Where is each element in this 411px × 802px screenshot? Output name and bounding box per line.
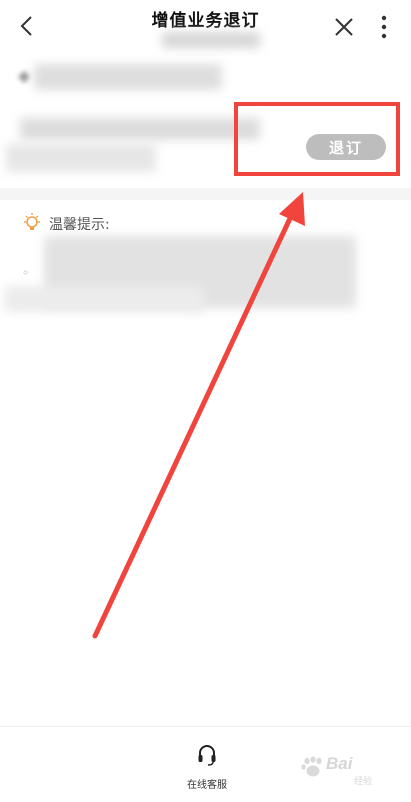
redacted-tips-text-2	[4, 286, 204, 312]
redacted-phone-number	[162, 32, 260, 48]
tips-label: 温馨提示:	[49, 217, 110, 233]
close-icon[interactable]	[333, 16, 355, 38]
section-divider	[0, 188, 411, 200]
lightbulb-icon	[24, 213, 40, 230]
tips-section	[0, 200, 411, 720]
top-bar: 增值业务退订	[0, 0, 411, 56]
watermark-brand: Bai	[326, 754, 353, 773]
online-service-label: 在线客服	[187, 780, 227, 791]
baidu-watermark: Bai 经验	[300, 752, 408, 796]
redacted-glyph: ◆	[18, 66, 31, 85]
headset-icon	[198, 745, 216, 766]
redacted-service-name	[20, 118, 260, 140]
tips-bullet: ◦	[22, 266, 30, 280]
paw-icon	[301, 756, 322, 777]
more-vertical-icon[interactable]	[377, 14, 391, 40]
unsubscribe-button[interactable]: 退订	[306, 134, 386, 160]
account-info-row: ◆	[0, 56, 411, 105]
redacted-account-info	[34, 64, 222, 90]
watermark-sub: 经验	[354, 777, 373, 787]
redacted-service-detail	[6, 144, 156, 172]
